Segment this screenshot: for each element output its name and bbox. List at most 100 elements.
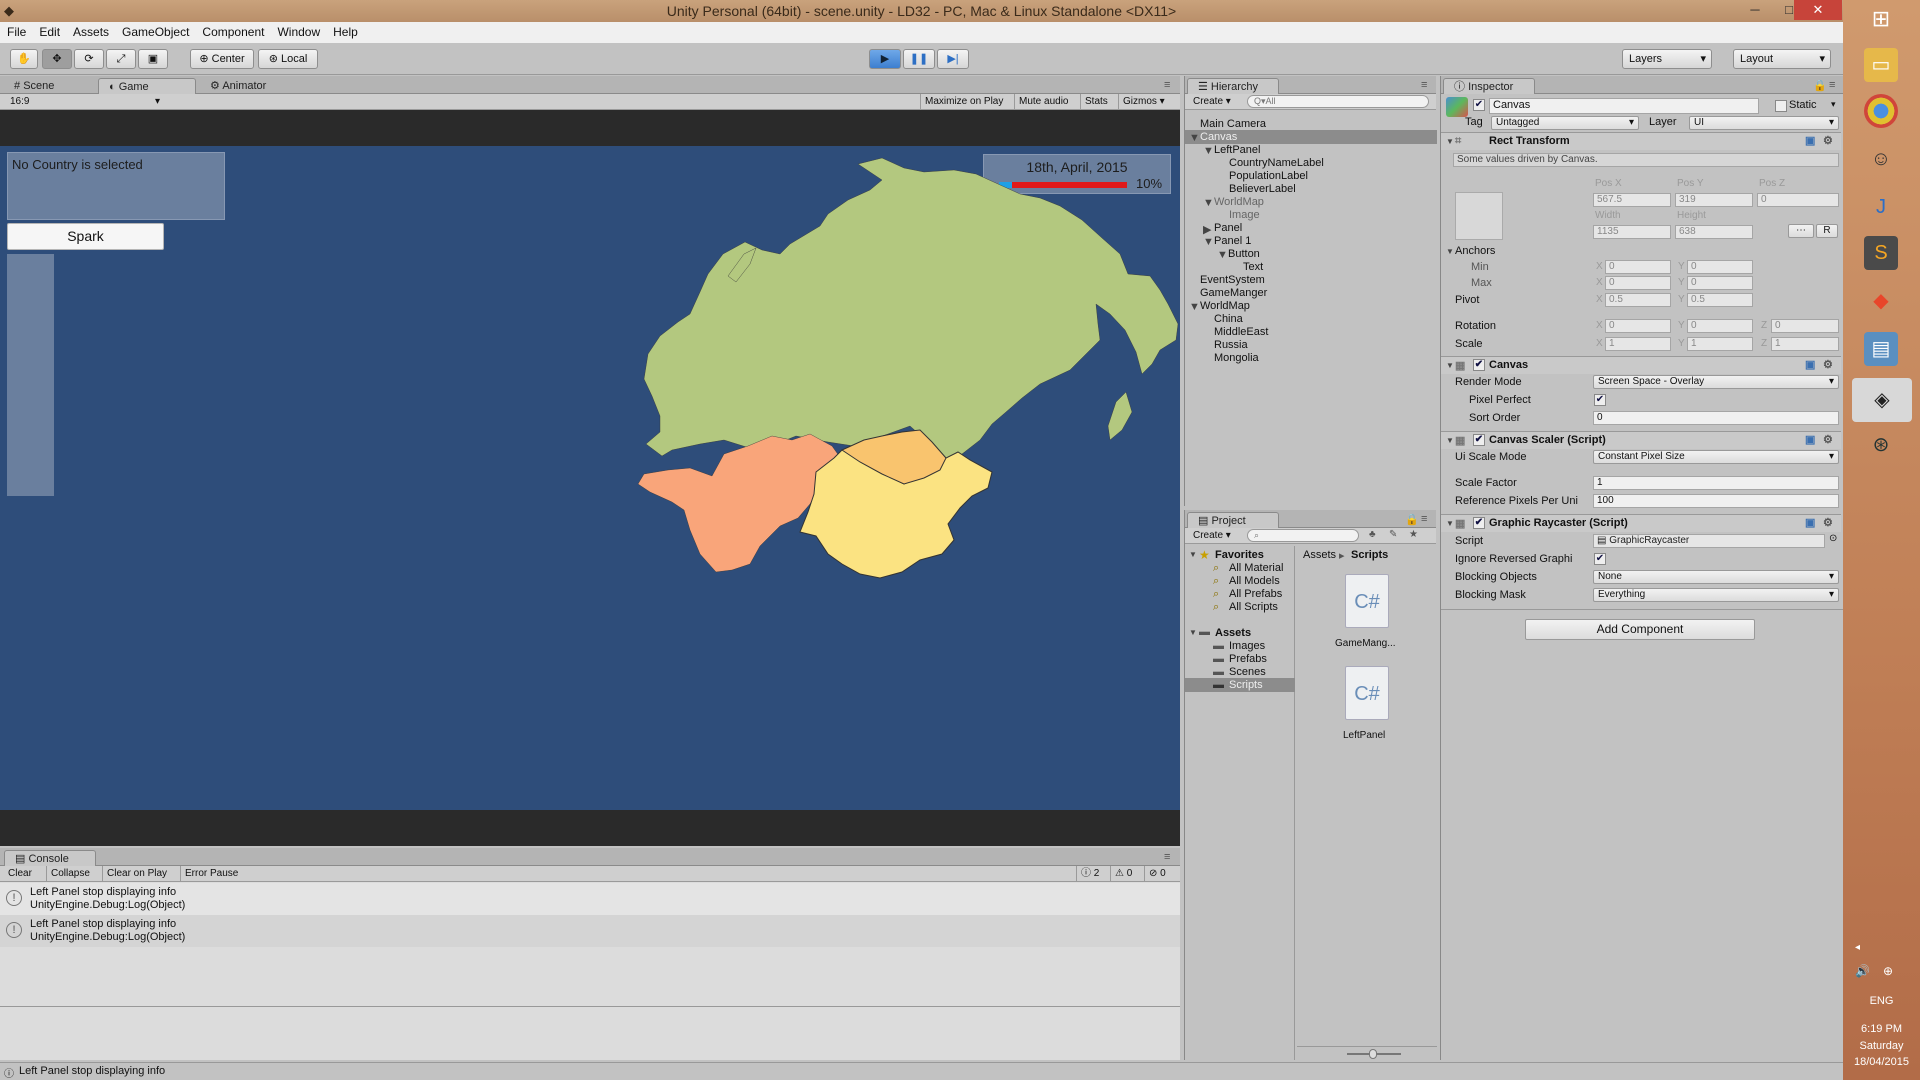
hierarchy-search-input[interactable]: Q▾All [1247, 95, 1429, 108]
file-explorer-icon[interactable]: ▭ [1864, 48, 1898, 82]
hierarchy-item[interactable]: Russia [1214, 339, 1248, 351]
rotate-tool-icon[interactable]: ⟳ [74, 49, 104, 69]
language-indicator[interactable]: ENG [1843, 995, 1920, 1007]
status-message[interactable]: Left Panel stop displaying info [19, 1065, 165, 1077]
favorites-label[interactable]: Favorites [1215, 549, 1264, 561]
breadcrumb-root[interactable]: Assets [1303, 549, 1336, 561]
blocking-objects-dropdown[interactable]: None ▾ [1593, 570, 1839, 584]
console-error-pause-button[interactable]: Error Pause [180, 866, 242, 881]
expand-arrow-icon[interactable]: ▼ [1189, 550, 1197, 559]
anchor-preset-icon[interactable] [1455, 192, 1503, 240]
hierarchy-item[interactable]: Text [1243, 261, 1263, 273]
object-picker-icon[interactable]: ⊙ [1829, 533, 1837, 544]
panel-menu-icon[interactable]: ≡ [1421, 513, 1427, 525]
reference-ppu-field[interactable]: 100 [1593, 494, 1839, 508]
object-name-field[interactable]: Canvas [1489, 98, 1759, 114]
expand-arrow-icon[interactable]: ▼ [1189, 301, 1200, 313]
project-search-input[interactable]: ⌕ [1247, 529, 1359, 542]
hierarchy-item[interactable]: Canvas [1200, 131, 1237, 143]
filter-label-icon[interactable]: ✎ [1389, 529, 1397, 540]
csharp-script-icon[interactable]: C# [1345, 574, 1389, 628]
asset-file-label[interactable]: LeftPanel [1343, 730, 1385, 741]
folder-item[interactable]: Scenes [1229, 666, 1266, 678]
close-button[interactable]: ✕ [1794, 0, 1842, 20]
hierarchy-item[interactable]: PopulationLabel [1229, 170, 1308, 182]
asset-file-label[interactable]: GameMang... [1335, 638, 1396, 649]
volume-icon[interactable]: 🔊 [1855, 964, 1870, 978]
minimize-button[interactable]: ─ [1738, 0, 1772, 20]
csharp-script-icon[interactable]: C# [1345, 666, 1389, 720]
pivot-center-button[interactable]: ⊕ Center [190, 49, 254, 69]
tab-console[interactable]: ▤ Console [4, 850, 96, 866]
menu-help[interactable]: Help [326, 22, 364, 39]
console-entry[interactable]: ! Left Panel stop displaying info UnityE… [0, 883, 1180, 915]
scale-factor-field[interactable]: 1 [1593, 476, 1839, 490]
ignore-reversed-checkbox[interactable]: ✔ [1594, 553, 1606, 565]
render-mode-dropdown[interactable]: Screen Space - Overlay ▾ [1593, 375, 1839, 389]
hand-tool-icon[interactable]: ✋ [10, 49, 38, 69]
tab-hierarchy[interactable]: ☰ Hierarchy [1187, 78, 1279, 94]
console-clear-on-play-button[interactable]: Clear on Play [102, 866, 171, 881]
tab-animator[interactable]: ⚙ Animator [200, 78, 276, 94]
scale-tool-icon[interactable]: ⤢ [106, 49, 136, 69]
play-button[interactable]: ▶ [869, 49, 901, 69]
menu-window[interactable]: Window [270, 22, 326, 39]
rect-tool-icon[interactable]: ▣ [138, 49, 168, 69]
menu-component[interactable]: Component [195, 22, 270, 39]
raycaster-enabled-checkbox[interactable]: ✔ [1473, 517, 1485, 529]
folder-item[interactable]: Images [1229, 640, 1265, 652]
add-component-button[interactable]: Add Component [1525, 619, 1755, 640]
gear-icon[interactable]: ⚙ [1823, 516, 1833, 529]
folder-item[interactable]: Prefabs [1229, 653, 1267, 665]
favorite-item[interactable]: All Scripts [1229, 601, 1278, 613]
layout-dropdown[interactable]: Layout ▾ [1733, 49, 1831, 69]
blocking-mask-dropdown[interactable]: Everything ▾ [1593, 588, 1839, 602]
hierarchy-item[interactable]: GameManger [1200, 287, 1267, 299]
hierarchy-item[interactable]: Panel [1214, 222, 1242, 234]
tab-inspector[interactable]: ⓘ Inspector [1443, 78, 1535, 94]
sublime-text-icon[interactable]: S [1864, 236, 1898, 270]
help-icon[interactable]: ▣ [1805, 516, 1815, 529]
jetbrains-icon[interactable]: J [1864, 190, 1898, 224]
folder-item[interactable]: Scripts [1229, 679, 1263, 691]
panel-menu-icon[interactable]: ≡ [1164, 79, 1170, 91]
static-dropdown-arrow[interactable]: ▾ [1831, 99, 1836, 110]
rect-transform-header[interactable]: ▼ ⌗ Rect Transform ▣ ⚙ [1441, 132, 1841, 150]
network-app-icon[interactable]: ⊛ [1864, 428, 1898, 462]
pause-button[interactable]: ❚❚ [903, 49, 935, 69]
tab-project[interactable]: ▤ Project [1187, 512, 1279, 528]
expand-arrow-icon[interactable]: ▶ [1203, 223, 1211, 236]
maximize-on-play-toggle[interactable]: Maximize on Play [920, 94, 1007, 109]
menu-file[interactable]: File [0, 22, 32, 39]
expand-arrow-icon[interactable]: ▼ [1446, 519, 1454, 528]
chrome-icon[interactable] [1864, 94, 1898, 128]
project-create-dropdown[interactable]: Create ▾ [1189, 528, 1235, 543]
russia-region[interactable] [643, 157, 1179, 461]
favorite-item[interactable]: All Material [1229, 562, 1283, 574]
console-collapse-button[interactable]: Collapse [46, 866, 94, 881]
windows-start-icon[interactable]: ⊞ [1864, 2, 1898, 36]
network-icon[interactable]: ⊕ [1883, 964, 1893, 978]
filter-type-icon[interactable]: ♣ [1369, 529, 1376, 540]
expand-arrow-icon[interactable]: ▼ [1446, 247, 1454, 256]
expand-arrow-icon[interactable]: ▼ [1446, 436, 1454, 445]
graphic-raycaster-header[interactable]: ▼ ▦ ✔ Graphic Raycaster (Script) ▣ ⚙ [1441, 514, 1841, 532]
hierarchy-item[interactable]: MiddleEast [1214, 326, 1268, 338]
hierarchy-item[interactable]: WorldMap [1200, 300, 1250, 312]
expand-arrow-icon[interactable]: ▼ [1446, 361, 1454, 370]
clock-time[interactable]: 6:19 PM [1843, 1023, 1920, 1035]
panel-menu-icon[interactable]: ≡ [1164, 851, 1170, 863]
help-icon[interactable]: ▣ [1805, 433, 1815, 446]
hierarchy-item[interactable]: Panel 1 [1214, 235, 1251, 247]
sakhalin-region[interactable] [1107, 391, 1133, 441]
static-checkbox[interactable] [1775, 100, 1787, 112]
hierarchy-item[interactable]: Main Camera [1200, 118, 1266, 130]
favorite-item[interactable]: All Prefabs [1229, 588, 1282, 600]
mute-audio-toggle[interactable]: Mute audio [1014, 94, 1072, 109]
canvas-scaler-header[interactable]: ▼ ▦ ✔ Canvas Scaler (Script) ▣ ⚙ [1441, 431, 1841, 449]
hierarchy-item[interactable]: Image [1229, 209, 1260, 221]
gimp-icon[interactable]: ☺ [1864, 142, 1898, 176]
expand-arrow-icon[interactable]: ▼ [1189, 628, 1197, 637]
hierarchy-create-dropdown[interactable]: Create ▾ [1189, 94, 1235, 109]
lock-icon[interactable]: 🔒 [1405, 513, 1419, 526]
